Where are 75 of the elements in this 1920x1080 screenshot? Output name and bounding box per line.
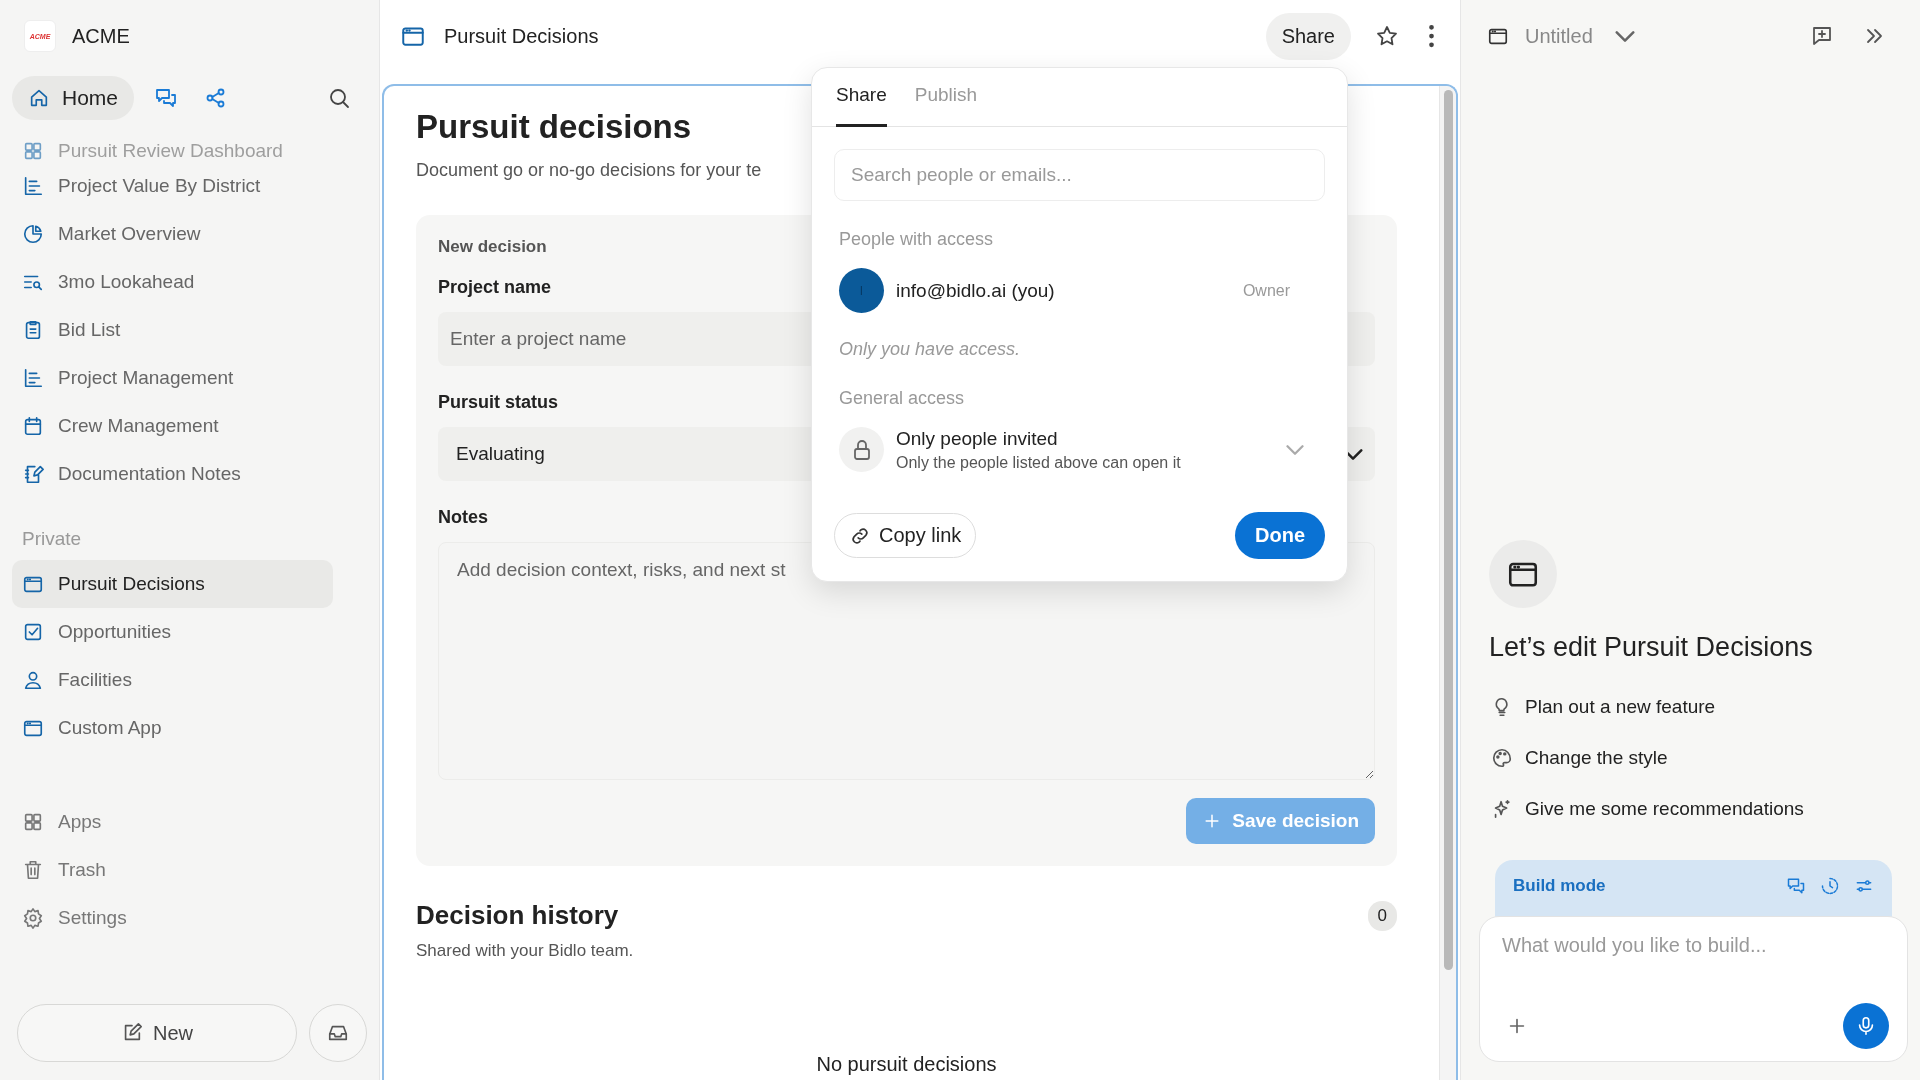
sidebar-item[interactable]: Bid List xyxy=(12,306,333,354)
grid-icon xyxy=(22,140,44,162)
section-description: Shared with your Bidlo team. xyxy=(416,941,635,961)
suggestion-item[interactable]: Plan out a new feature xyxy=(1479,681,1892,732)
sidebar-item[interactable]: Custom App xyxy=(12,704,333,752)
history-button[interactable] xyxy=(1820,876,1840,896)
sidebar-item[interactable]: 3mo Lookahead xyxy=(12,258,333,306)
access-note: Only you have access. xyxy=(839,339,1022,360)
new-button[interactable]: New xyxy=(17,1004,297,1062)
section-heading: Decision history xyxy=(416,900,619,931)
chevron-icon xyxy=(1286,444,1304,455)
notebook-icon xyxy=(22,463,44,485)
sidebar-item[interactable]: Documentation Notes xyxy=(12,450,333,498)
sidebar-item[interactable]: Facilities xyxy=(12,656,333,704)
history-icon xyxy=(1820,876,1840,896)
form-heading: New decision xyxy=(438,237,547,257)
count-badge: 0 xyxy=(1367,900,1397,931)
suggestion-item[interactable]: Give me some recommendations xyxy=(1479,783,1892,834)
star-icon xyxy=(1375,24,1399,48)
bar-chart-icon xyxy=(22,367,44,389)
access-title: Only people invited xyxy=(896,427,1059,450)
tab[interactable]: Publish xyxy=(914,68,978,127)
microphone-button[interactable] xyxy=(1843,1003,1889,1049)
sidebar-item[interactable]: Pursuit Decisions xyxy=(12,560,333,608)
copy-link-button[interactable]: Copy link xyxy=(834,513,977,558)
workspace-name: ACME xyxy=(72,24,130,48)
sidebar-item[interactable]: Project Value By District xyxy=(12,162,333,210)
grid-icon xyxy=(22,811,44,833)
search-icon xyxy=(327,86,351,110)
person-email: info@bidlo.ai (you) xyxy=(896,279,1056,302)
field-label: Project name xyxy=(438,277,552,298)
section-label: General access xyxy=(839,388,966,409)
more-icon xyxy=(1429,24,1434,48)
new-chat-icon xyxy=(1810,24,1834,48)
bar-chart-icon xyxy=(22,175,44,197)
sidebar-item[interactable]: Project Management xyxy=(12,354,333,402)
chat-title[interactable]: Untitled xyxy=(1525,24,1593,48)
checkbox-icon xyxy=(22,621,44,643)
pie-chart-icon xyxy=(22,223,44,245)
chevron-icon xyxy=(1614,30,1635,42)
calendar-icon xyxy=(22,415,44,437)
field-label: Notes xyxy=(438,507,488,528)
lock-icon xyxy=(839,427,884,472)
home-icon xyxy=(28,87,50,109)
sidebar-item[interactable]: Settings xyxy=(12,894,333,942)
access-description: Only the people listed above can open it xyxy=(896,453,1182,472)
field-label: Pursuit status xyxy=(438,392,559,413)
section-label: Private xyxy=(21,527,83,551)
sidebar-item[interactable]: Market Overview xyxy=(12,210,333,258)
search-field[interactable]: Search people or emails... xyxy=(834,149,1325,201)
chat-button[interactable] xyxy=(1786,876,1806,896)
heading: Pursuit decisions xyxy=(416,108,692,146)
done-button[interactable]: Done xyxy=(1235,512,1325,559)
sidebar-item[interactable]: Apps xyxy=(12,798,333,846)
sidebar-item[interactable]: Opportunities xyxy=(12,608,333,656)
suggestion-item[interactable]: Change the style xyxy=(1479,732,1892,783)
palette-icon xyxy=(1491,746,1513,769)
empty-state-text: No pursuit decisions xyxy=(816,1053,997,1076)
description: Document go or no-go decisions for your te xyxy=(416,160,762,181)
person-icon xyxy=(22,669,44,691)
share-button[interactable]: Share xyxy=(1265,12,1351,60)
home-tab[interactable]: Home xyxy=(12,76,135,120)
trash-icon xyxy=(22,859,44,881)
sidebar-item[interactable]: Crew Management xyxy=(12,402,333,450)
scrollbar[interactable] xyxy=(1439,86,1456,1080)
role-label: Owner xyxy=(1242,281,1290,300)
page-title: Pursuit Decisions xyxy=(444,24,599,48)
settings-icon xyxy=(22,907,44,929)
sidebar-item[interactable]: Trash xyxy=(12,846,333,894)
section-label: People with access xyxy=(839,229,995,250)
tab[interactable]: Share xyxy=(836,68,887,127)
chat-bubbles-icon xyxy=(154,86,179,110)
assistant-heading: Let’s edit Pursuit Decisions xyxy=(1489,632,1814,663)
chat-bubbles-icon xyxy=(1786,876,1806,896)
mode-label[interactable]: Build mode xyxy=(1513,876,1772,896)
